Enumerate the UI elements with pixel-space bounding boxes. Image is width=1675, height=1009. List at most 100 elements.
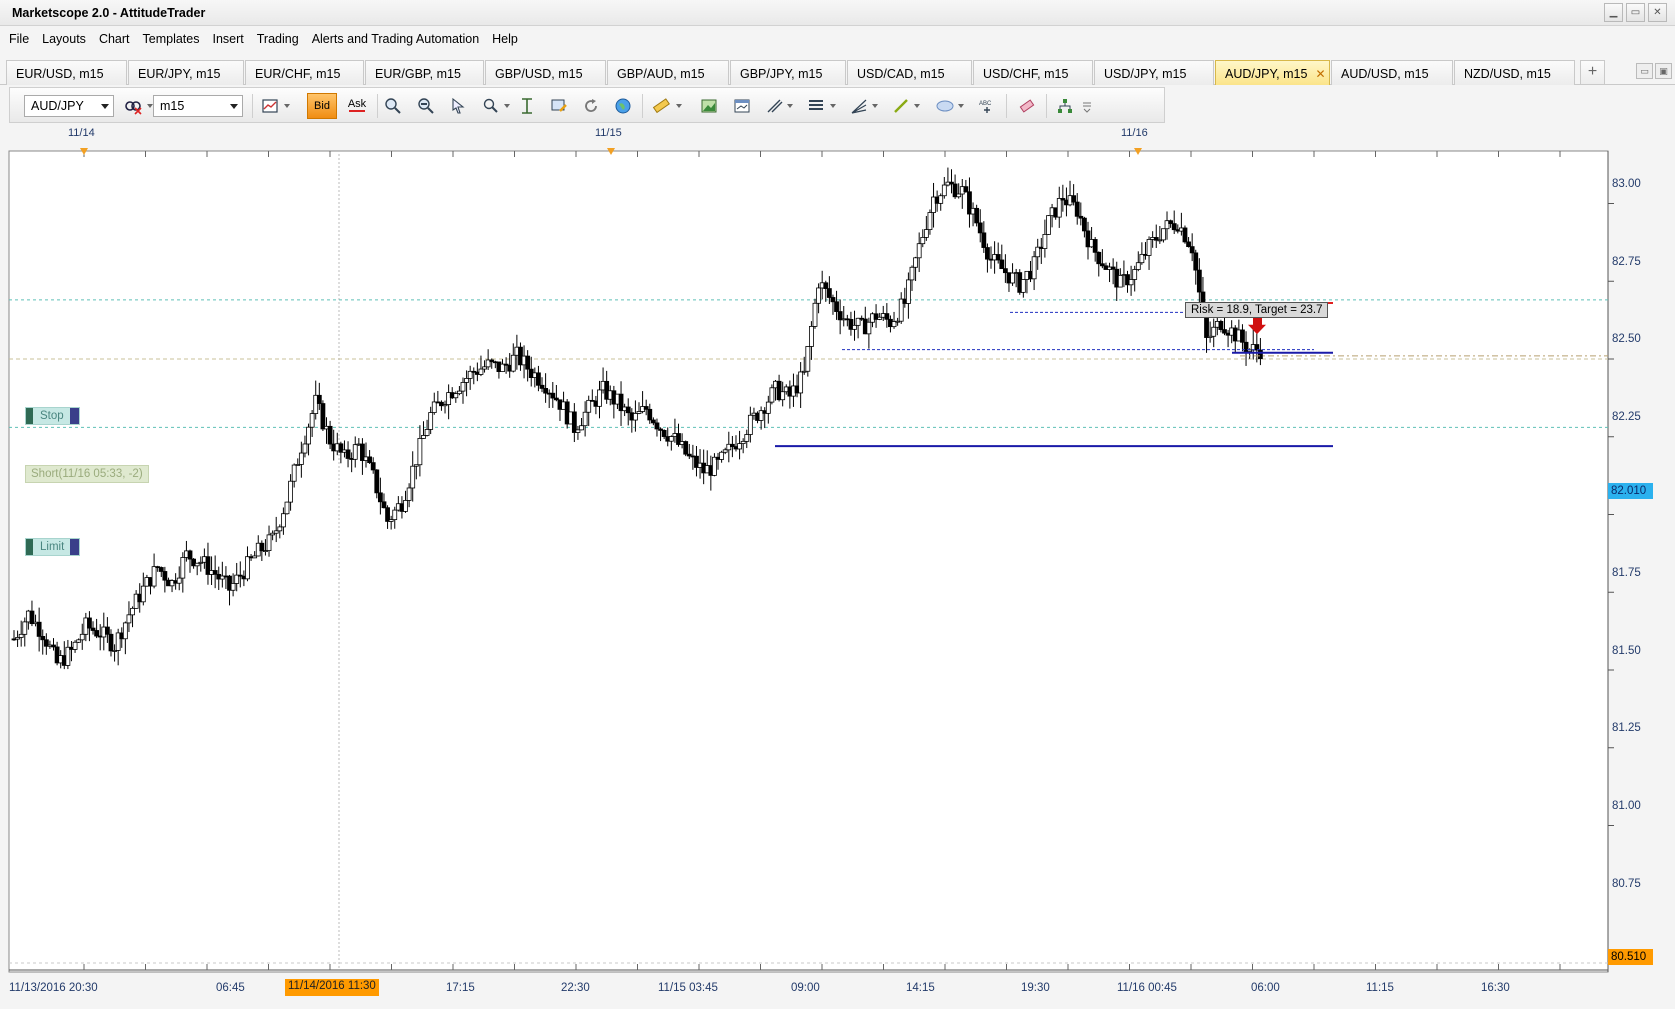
menu-trading[interactable]: Trading <box>257 32 299 46</box>
candle-body <box>245 556 250 580</box>
candle-body <box>510 354 516 372</box>
candle-body <box>403 500 408 512</box>
tab-aud-usd[interactable]: AUD/USD, m15 <box>1331 60 1453 85</box>
tab-usd-chf[interactable]: USD/CHF, m15 <box>973 60 1093 85</box>
close-button[interactable]: ✕ <box>1648 3 1667 22</box>
line-tool-icon[interactable] <box>890 95 912 117</box>
menu-templates[interactable]: Templates <box>143 32 200 46</box>
candle-body <box>431 401 437 413</box>
candle-body <box>963 186 969 193</box>
add-tab-button[interactable]: + <box>1580 60 1605 85</box>
chevron-down-icon <box>101 104 109 109</box>
candle-body <box>1031 256 1037 280</box>
candle-body <box>130 607 135 616</box>
candle-body <box>938 195 944 204</box>
chart-tab-bar: EUR/USD, m15 EUR/JPY, m15 EUR/CHF, m15 E… <box>0 58 1675 85</box>
trendline-tool-icon[interactable] <box>764 95 786 117</box>
candle-body <box>316 394 322 404</box>
hierarchy-icon[interactable] <box>1054 95 1076 117</box>
tab-usd-jpy[interactable]: USD/JPY, m15 <box>1094 60 1214 85</box>
crosshair-time-label: 11/14/2016 11:30 <box>285 979 379 996</box>
window-title: Marketscope 2.0 - AttitudeTrader <box>12 6 206 20</box>
candle-body <box>909 266 915 281</box>
limit-order-label[interactable]: Limit <box>25 538 80 556</box>
chart-type-icon[interactable] <box>259 95 281 117</box>
candle-body <box>661 430 667 437</box>
minimize-button[interactable]: ▁ <box>1604 3 1623 22</box>
candle-body <box>18 633 24 638</box>
tab-eur-chf[interactable]: EUR/CHF, m15 <box>245 60 364 85</box>
tab-eur-usd[interactable]: EUR/USD, m15 <box>6 60 127 85</box>
refresh-icon[interactable] <box>580 95 602 117</box>
candle-body <box>995 254 1001 261</box>
menu-help[interactable]: Help <box>492 32 518 46</box>
candle-body <box>985 247 990 260</box>
candle-body <box>424 429 430 436</box>
fan-tool-icon[interactable] <box>848 95 870 117</box>
menu-layouts[interactable]: Layouts <box>42 32 86 46</box>
candle-body <box>162 571 168 581</box>
abc-text: ABC <box>979 101 992 107</box>
float-chart-icon[interactable]: ▣ <box>1655 63 1672 79</box>
menu-chart[interactable]: Chart <box>99 32 130 46</box>
cursor-icon[interactable] <box>447 95 469 117</box>
candle-body <box>367 456 373 464</box>
candle-body <box>1074 201 1080 217</box>
menu-alerts-automation[interactable]: Alerts and Trading Automation <box>312 32 479 46</box>
instrument-link-icon[interactable] <box>122 95 144 117</box>
price-chart[interactable] <box>0 138 1675 980</box>
tab-aud-jpy[interactable]: AUD/JPY, m15 ✕ <box>1215 60 1330 85</box>
window-layout-icon[interactable] <box>731 95 753 117</box>
snapshot-icon[interactable] <box>698 95 720 117</box>
price-axis-label: 82.75 <box>1612 256 1641 268</box>
candle-body <box>866 321 872 335</box>
candle-body <box>320 403 326 430</box>
instrument-select[interactable]: AUD/JPY <box>24 95 114 117</box>
short-position-label[interactable]: Short(11/16 05:33, -2) <box>25 465 149 483</box>
zoom-out-icon[interactable] <box>415 95 437 117</box>
menu-file[interactable]: File <box>9 32 29 46</box>
timeframe-select[interactable]: m15 <box>153 95 243 117</box>
tab-gbp-aud[interactable]: GBP/AUD, m15 <box>607 60 729 85</box>
ellipse-tool-icon[interactable] <box>934 95 956 117</box>
tab-label: EUR/CHF, m15 <box>255 67 341 81</box>
candle-body <box>1046 215 1051 235</box>
candle-body <box>1092 239 1098 253</box>
crosshair-icon[interactable] <box>516 95 538 117</box>
text-tool-icon[interactable]: ABC <box>976 95 998 117</box>
candle-body <box>747 414 753 435</box>
horizontal-lines-icon[interactable] <box>805 95 827 117</box>
ask-button[interactable]: Ask <box>343 93 371 119</box>
time-axis-label: 06:00 <box>1251 982 1280 994</box>
globe-icon[interactable] <box>612 95 634 117</box>
magnifier-icon[interactable] <box>480 95 502 117</box>
eraser-icon[interactable] <box>1016 95 1038 117</box>
candle-body <box>539 384 545 389</box>
ruler-icon[interactable] <box>650 95 672 117</box>
candle-body <box>1020 279 1026 293</box>
tab-gbp-jpy[interactable]: GBP/JPY, m15 <box>730 60 846 85</box>
stop-order-label[interactable]: Stop <box>25 407 80 425</box>
candle-body <box>417 438 423 466</box>
toolbar-overflow-icon[interactable] <box>1080 95 1094 117</box>
tab-eur-gbp[interactable]: EUR/GBP, m15 <box>365 60 484 85</box>
tab-close-icon[interactable]: ✕ <box>1315 67 1325 81</box>
restore-chart-icon[interactable]: ▭ <box>1636 63 1653 79</box>
menu-insert[interactable]: Insert <box>213 32 244 46</box>
zoom-in-icon[interactable] <box>382 95 404 117</box>
candle-body <box>65 646 71 666</box>
candle-body <box>981 232 987 248</box>
candle-body <box>374 469 380 494</box>
tab-nzd-usd[interactable]: NZD/USD, m15 <box>1454 60 1575 85</box>
tab-usd-cad[interactable]: USD/CAD, m15 <box>847 60 972 85</box>
bid-button[interactable]: Bid <box>307 93 337 119</box>
candle-body <box>180 557 186 579</box>
time-axis-label: 11:15 <box>1366 982 1394 994</box>
tab-eur-jpy[interactable]: EUR/JPY, m15 <box>128 60 244 85</box>
tab-gbp-usd[interactable]: GBP/USD, m15 <box>485 60 606 85</box>
candle-body <box>40 636 46 641</box>
candle-body <box>421 435 426 439</box>
candle-body <box>543 388 549 394</box>
maximize-button[interactable]: ▭ <box>1626 3 1645 22</box>
properties-icon[interactable] <box>548 95 570 117</box>
